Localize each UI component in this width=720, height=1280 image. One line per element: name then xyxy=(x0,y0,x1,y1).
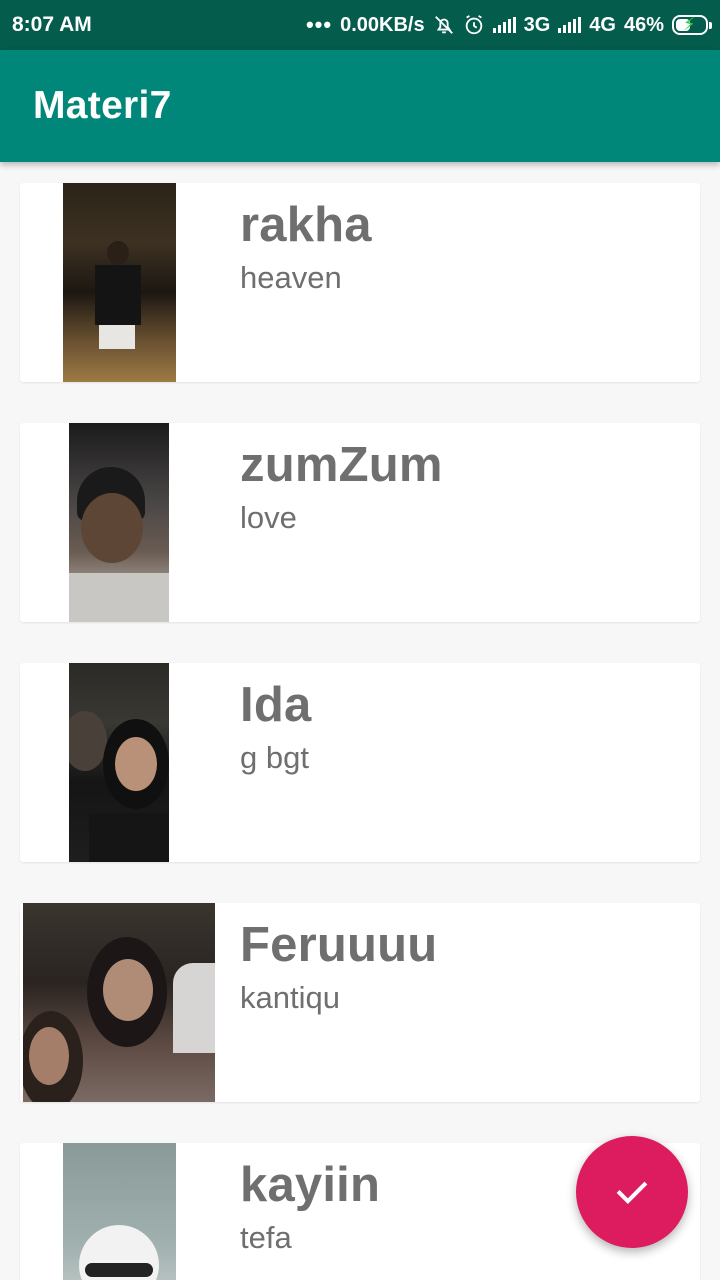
status-time: 8:07 AM xyxy=(12,13,92,36)
photo xyxy=(23,903,215,1102)
list-item[interactable]: Feruuuu kantiqu xyxy=(20,903,700,1102)
confirm-fab-button[interactable] xyxy=(576,1136,688,1248)
item-name: Feruuuu xyxy=(240,918,438,972)
item-description: love xyxy=(240,500,297,535)
network-speed: 0.00KB/s xyxy=(340,13,425,36)
network-type-2: 4G xyxy=(589,13,616,36)
battery-percent: 46% xyxy=(623,13,664,36)
alarm-icon xyxy=(463,14,485,36)
item-list[interactable]: rakha heaven zumZum love Ida g bgt Feruu… xyxy=(0,162,720,1280)
photo-thumbnail xyxy=(20,423,218,622)
item-description: heaven xyxy=(240,260,342,295)
item-description: kantiqu xyxy=(240,980,340,1015)
app-bar: Materi7 xyxy=(0,50,720,162)
list-item[interactable]: Ida g bgt xyxy=(20,663,700,862)
photo-thumbnail xyxy=(20,183,218,382)
check-icon xyxy=(616,1181,648,1204)
photo-thumbnail xyxy=(20,1143,218,1280)
app-title: Materi7 xyxy=(33,84,172,127)
photo-thumbnail xyxy=(20,663,218,862)
list-item[interactable]: zumZum love xyxy=(20,423,700,622)
list-item[interactable]: rakha heaven xyxy=(20,183,700,382)
bell-off-icon xyxy=(433,14,455,36)
item-name: rakha xyxy=(240,198,372,252)
photo xyxy=(69,663,169,862)
item-name: Ida xyxy=(240,678,312,732)
signal-icon xyxy=(558,17,582,33)
item-description: tefa xyxy=(240,1220,292,1255)
item-description: g bgt xyxy=(240,740,309,775)
item-name: zumZum xyxy=(240,438,443,492)
photo xyxy=(69,423,169,622)
photo xyxy=(62,183,176,382)
item-name: kayiin xyxy=(240,1158,381,1212)
photo-thumbnail xyxy=(20,903,218,1102)
status-icons: ••• 0.00KB/s 3G 4G 46% ⚡ xyxy=(305,12,712,38)
signal-icon xyxy=(492,17,516,33)
network-type-1: 3G xyxy=(523,13,551,36)
status-bar: 8:07 AM ••• 0.00KB/s 3G 4G 46% ⚡ xyxy=(0,0,720,50)
more-dots: ••• xyxy=(305,12,333,37)
battery-charging-icon: ⚡ xyxy=(672,14,712,35)
photo xyxy=(62,1143,176,1280)
